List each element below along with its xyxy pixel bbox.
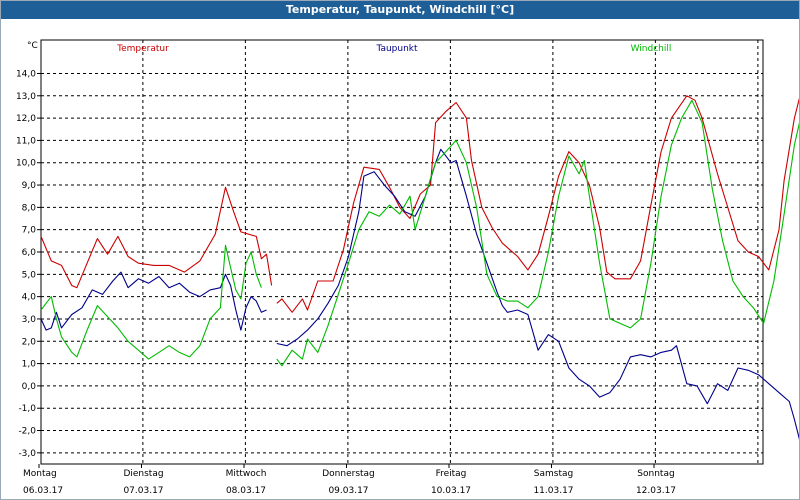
y-tick-label: 10,0 — [16, 159, 36, 169]
y-tick-label: 9,0 — [22, 181, 37, 191]
x-tick-date-label: 08.03.17 — [226, 486, 266, 496]
y-tick-label: 2,0 — [22, 337, 37, 347]
chart-svg: 14,0 13,0 12,0 11,0 10,0 9,0 8,0 7,0 6,0 5,0 4,0 3,… — [16, 39, 799, 496]
y-tick-label: 11,0 — [16, 136, 36, 146]
x-tick-day-label: Mittwoch — [226, 469, 267, 479]
y-tick-label: 4,0 — [22, 293, 37, 303]
chart-title: Temperatur, Taupunkt, Windchill [°C] — [285, 3, 515, 16]
x-tick-day-label: Donnerstag — [322, 469, 375, 479]
y-tick-label: 5,0 — [22, 270, 37, 280]
legend-temperatur: Temperatur — [116, 44, 169, 54]
legend-taupunkt: Taupunkt — [375, 44, 418, 54]
y-tick-label: 1,0 — [22, 360, 37, 370]
y-tick-label: -1,0 — [18, 404, 36, 414]
x-tick-date-label: 12.03.17 — [636, 486, 676, 496]
x-tick-date-label: 07.03.17 — [123, 486, 163, 496]
x-tick-day-label: Samstag — [534, 469, 573, 479]
y-unit-label: °C — [27, 41, 38, 51]
y-tick-label: 7,0 — [22, 226, 37, 236]
y-tick-label: 14,0 — [16, 69, 36, 79]
y-tick-label: -2,0 — [18, 427, 36, 437]
y-tick-label: 3,0 — [22, 315, 37, 325]
x-tick-date-label: 06.03.17 — [23, 486, 63, 496]
x-tick-day-label: Sonntag — [637, 469, 674, 479]
y-tick-label: 0,0 — [22, 382, 37, 392]
y-tick-label: 12,0 — [16, 114, 36, 124]
y-tick-label: 13,0 — [16, 92, 36, 102]
chart-window: Temperatur, Taupunkt, Windchill [°C] 14,… — [0, 0, 800, 500]
y-tick-label: 6,0 — [22, 248, 37, 258]
y-tick-label: 8,0 — [22, 203, 37, 213]
x-tick-day-label: Freitag — [436, 469, 467, 479]
legend-windchill: Windchill — [631, 44, 672, 54]
x-tick-date-label: 11.03.17 — [533, 486, 573, 496]
title-bar: Temperatur, Taupunkt, Windchill [°C] — [1, 1, 799, 19]
x-tick-day-label: Montag — [23, 469, 57, 479]
x-tick-date-label: 09.03.17 — [328, 486, 368, 496]
x-tick-date-label: 10.03.17 — [431, 486, 471, 496]
x-tick-day-label: Dienstag — [123, 469, 163, 479]
y-tick-label: -3,0 — [18, 449, 36, 459]
